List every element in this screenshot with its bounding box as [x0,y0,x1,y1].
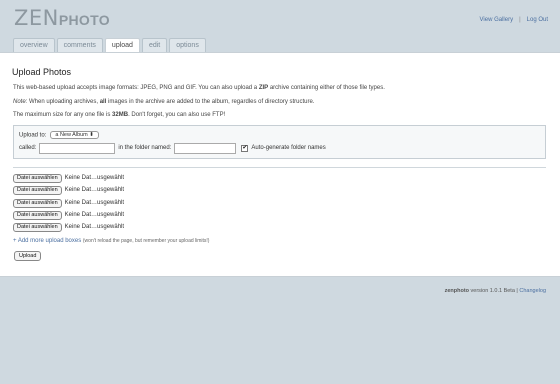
upload-to-label: Upload to: [19,132,47,139]
formats-zip: ZIP [258,85,269,91]
add-more-upload-boxes-link[interactable]: + Add more upload boxes [13,238,81,244]
divider [13,167,546,168]
max-size-paragraph: The maximum size for any one file is 32M… [13,112,225,118]
archive-note-paragraph: Note: When uploading archives, all image… [13,99,315,105]
file-upload-row: Datei auswählen Keine Dat…usgewählt [13,198,124,208]
folder-label: in the folder named: [118,145,172,151]
tab-overview[interactable]: overview [13,38,55,52]
formats-text-pre: This web-based upload accepts image form… [13,85,259,91]
tab-upload[interactable]: upload [104,38,140,53]
choose-file-button[interactable]: Datei auswählen [13,185,62,195]
choose-file-button[interactable]: Datei auswählen [13,173,62,183]
choose-file-button[interactable]: Datei auswählen [13,222,62,232]
album-select[interactable]: a New Album ⬍ [50,131,99,139]
changelog-link[interactable]: Changelog [519,288,546,294]
choose-file-button[interactable]: Datei auswählen [13,198,62,208]
view-gallery-link[interactable]: View Gallery [480,17,514,23]
footer-zen: zen [444,288,454,294]
note-text-pre: When uploading archives, [27,99,100,105]
formats-paragraph: This web-based upload accepts image form… [13,85,385,91]
upload-to-row: Upload to: a New Album ⬍ [19,131,99,139]
file-status: Keine Dat…usgewählt [64,187,125,193]
upload-button[interactable]: Upload [14,251,42,261]
footer-version: version 1.0.1 Beta [469,288,515,294]
logo-zen: ZEN [14,6,59,30]
file-status: Keine Dat…usgewählt [64,212,125,218]
log-out-link[interactable]: Log Out [527,17,548,23]
max-size-pre: The maximum size for any one file is [13,112,113,118]
folder-name-input[interactable] [174,142,237,154]
logo-photo: PHOTO [58,12,110,28]
formats-text-post: archive containing either of those file … [268,85,385,91]
file-status: Keine Dat…usgewählt [64,200,125,206]
max-size-value: 32MB [112,112,129,118]
album-title-input[interactable] [39,142,116,154]
new-album-row: called: in the folder named: ✔ Auto-gene… [19,142,326,154]
autogen-label: Auto-generate folder names [251,145,326,151]
tab-options[interactable]: options [169,38,206,52]
page-title: Upload Photos [12,67,72,77]
max-size-post: . Don't forget, you can also use FTP! [128,112,226,118]
autogen-checkbox[interactable]: ✔ [241,144,249,152]
file-status: Keine Dat…usgewählt [64,175,125,181]
file-upload-row: Datei auswählen Keine Dat…usgewählt [13,210,124,220]
add-more-row: + Add more upload boxes (won't reload th… [13,238,209,244]
header-links: View Gallery | Log Out [480,17,549,23]
note-text-post: images in the archive are added to the a… [106,99,315,105]
upload-panel: Upload Photos This web-based upload acce… [0,52,560,277]
file-upload-row: Datei auswählen Keine Dat…usgewählt [13,222,124,232]
header-separator: | [519,17,521,23]
file-status: Keine Dat…usgewählt [64,224,125,230]
called-label: called: [19,145,37,151]
footer-photo: photo [453,288,470,294]
tab-edit[interactable]: edit [141,38,168,52]
zenphoto-logo: ZENPHOTO [14,8,110,29]
admin-tabs: overview comments upload edit options [13,38,206,53]
upload-destination-box: Upload to: a New Album ⬍ called: in the f… [13,125,546,159]
file-upload-row: Datei auswählen Keine Dat…usgewählt [13,185,124,195]
choose-file-button[interactable]: Datei auswählen [13,210,62,220]
select-arrows-icon: ⬍ [89,132,94,138]
album-select-value: a New Album [55,132,88,138]
file-upload-row: Datei auswählen Keine Dat…usgewählt [13,173,124,183]
note-label: Note: [13,99,28,105]
tab-comments[interactable]: comments [56,38,103,52]
footer: zenphoto version 1.0.1 Beta | Changelog [445,288,546,294]
add-more-note: (won't reload the page, but remember you… [82,238,210,244]
